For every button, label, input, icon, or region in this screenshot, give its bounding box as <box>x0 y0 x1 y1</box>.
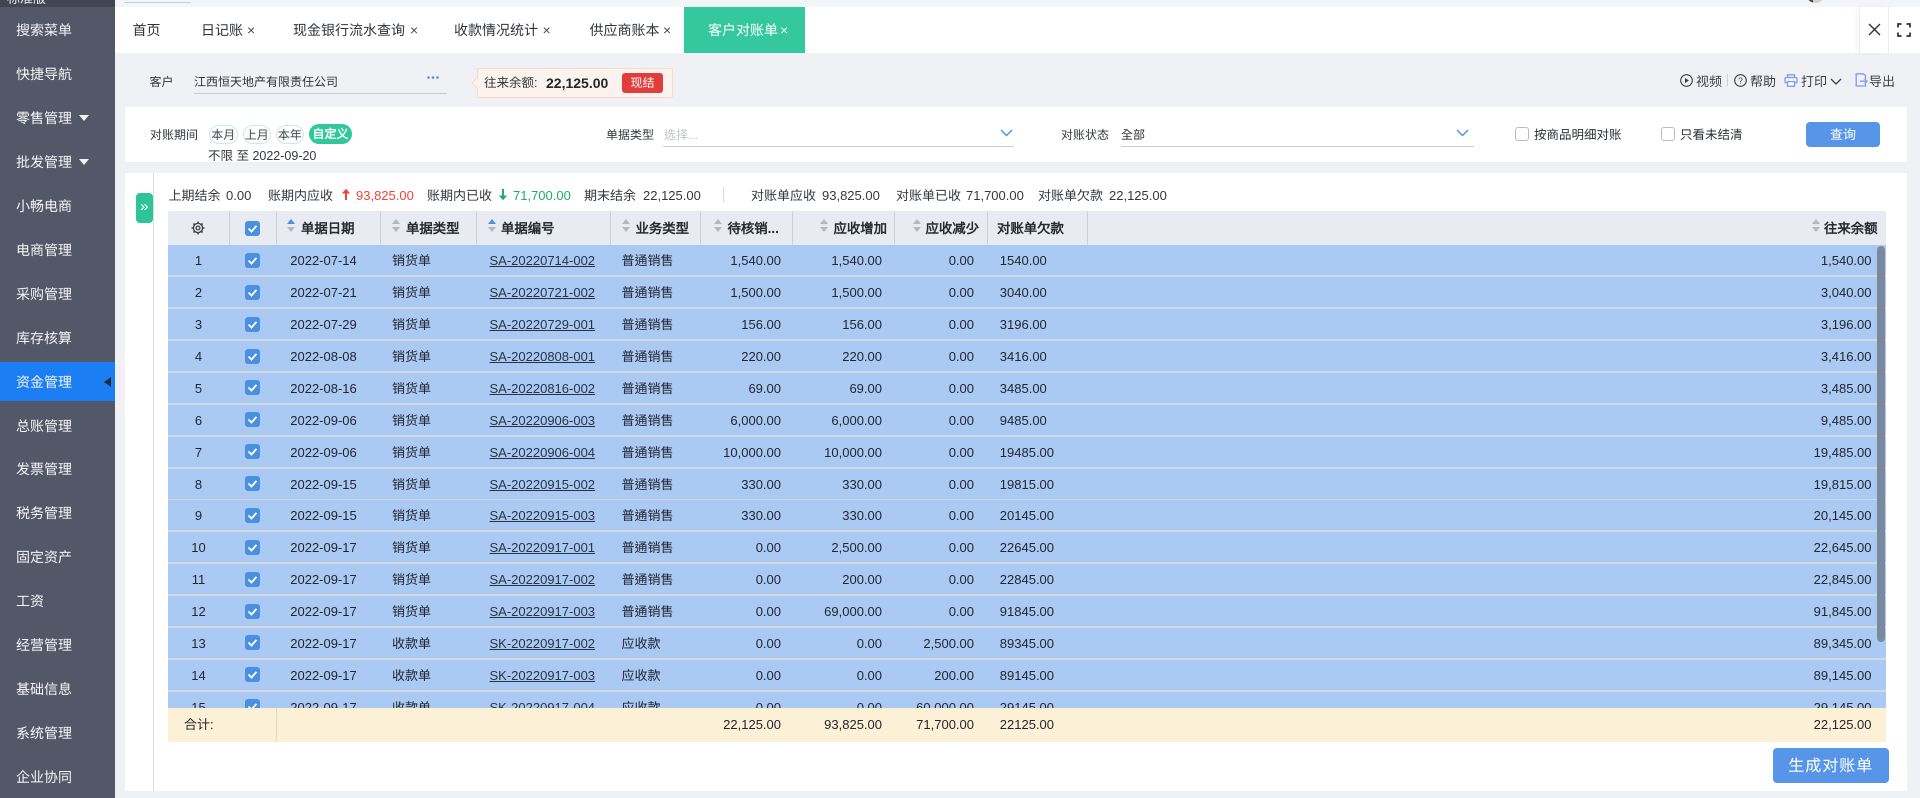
svg-text:?: ? <box>1738 75 1743 85</box>
